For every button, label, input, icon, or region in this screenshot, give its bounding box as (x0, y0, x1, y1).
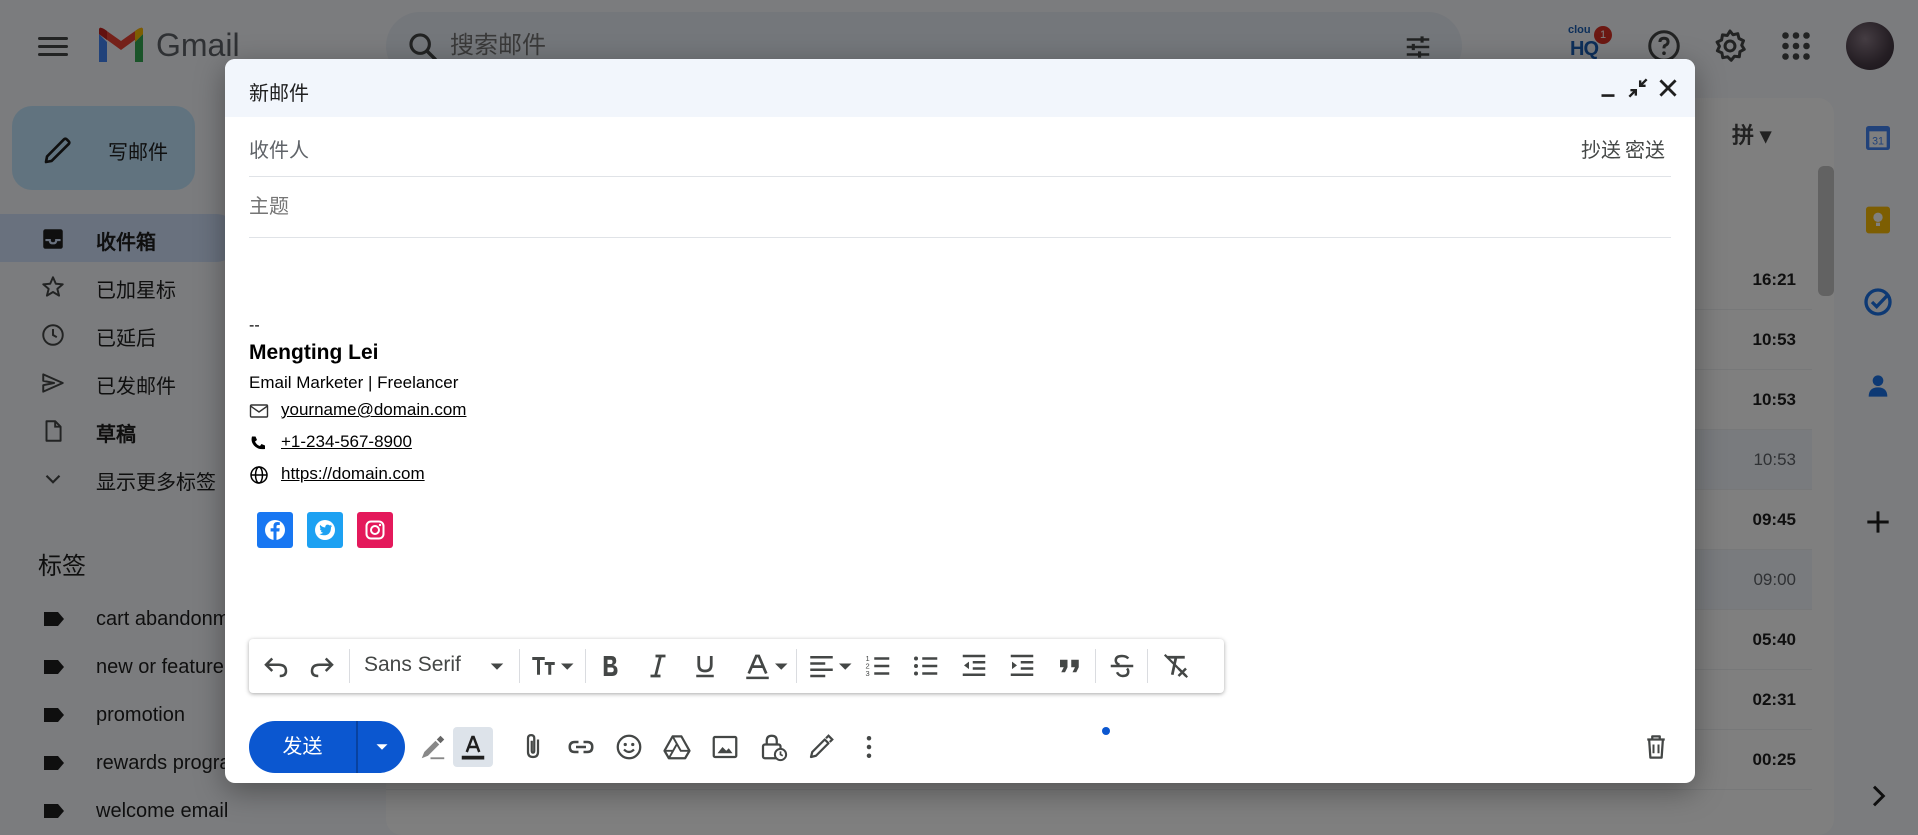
cc-bcc-links: 抄送 密送 (1577, 134, 1665, 163)
subject-field[interactable] (249, 178, 1671, 238)
cc-link[interactable]: 抄送 (1581, 140, 1621, 162)
toolbar-divider (349, 649, 350, 683)
compose-dialog: 新邮件 收件人 抄送密送 -- Mengting Lei Email Marke… (225, 59, 1695, 783)
strikethrough-icon[interactable] (1107, 651, 1137, 681)
compose-title: 新邮件 (249, 83, 309, 105)
signature-website-line: https://domain.com (249, 459, 458, 489)
toolbar-divider (519, 649, 520, 683)
bold-icon[interactable] (595, 651, 625, 681)
signature-phone-line: +1-234-567-8900 (249, 427, 458, 457)
signature-email-line: yourname@domain.com (249, 395, 466, 425)
compose-header: 新邮件 (225, 59, 1695, 117)
signature-role: Email Marketer | Freelancer (249, 373, 459, 392)
font-family-select[interactable]: Sans Serif (364, 653, 461, 677)
minimize-icon[interactable] (1595, 75, 1621, 101)
chevron-down-icon (376, 744, 388, 750)
emoji-icon[interactable] (614, 732, 644, 762)
send-button-group: 发送 (249, 721, 405, 773)
attach-file-icon[interactable] (518, 732, 548, 762)
numbered-list-icon[interactable]: 123 (863, 651, 893, 681)
extension-pen-icon[interactable] (418, 732, 448, 762)
text-color-icon[interactable] (741, 651, 789, 681)
new-feature-indicator (1102, 727, 1110, 735)
facebook-icon[interactable] (257, 512, 293, 548)
recipients-field[interactable]: 收件人 抄送 密送 (249, 117, 1671, 177)
instagram-icon[interactable] (357, 512, 393, 548)
globe-icon (250, 466, 268, 484)
italic-icon[interactable] (643, 651, 673, 681)
insert-link-icon[interactable] (566, 732, 596, 762)
indent-more-icon[interactable] (1007, 651, 1037, 681)
toolbar-divider (796, 649, 797, 683)
bcc-link[interactable]: 密送 (1625, 140, 1665, 162)
quote-icon[interactable] (1055, 651, 1085, 681)
formatting-options-button[interactable] (453, 727, 493, 767)
align-icon[interactable] (805, 651, 853, 681)
send-button[interactable]: 发送 (249, 721, 356, 773)
indent-less-icon[interactable] (959, 651, 989, 681)
signature-separator: -- (249, 317, 260, 334)
toolbar-divider (1095, 649, 1096, 683)
redo-icon[interactable] (307, 651, 337, 681)
close-icon[interactable] (1655, 75, 1681, 101)
text-format-icon (461, 735, 485, 760)
insert-photo-icon[interactable] (710, 732, 740, 762)
schedule-send-button[interactable] (358, 721, 405, 773)
email-signature: -- Mengting Lei Email Marketer | Freelan… (249, 317, 466, 489)
confidential-mode-icon[interactable] (758, 732, 788, 762)
phone-icon (251, 436, 265, 450)
insert-signature-icon[interactable] (806, 732, 836, 762)
toolbar-divider (1147, 649, 1148, 683)
font-size-icon[interactable] (527, 651, 575, 681)
mail-icon (249, 404, 269, 418)
svg-text:3: 3 (866, 669, 870, 678)
twitter-icon[interactable] (307, 512, 343, 548)
formatting-toolbar: Sans Serif 123 (249, 639, 1224, 693)
more-options-icon[interactable] (854, 732, 884, 762)
chevron-down-icon[interactable] (482, 651, 512, 681)
signature-name: Mengting Lei (249, 341, 379, 364)
bulleted-list-icon[interactable] (911, 651, 941, 681)
to-label: 收件人 (249, 140, 309, 162)
subject-input[interactable] (249, 178, 1449, 236)
google-drive-icon[interactable] (662, 732, 692, 762)
discard-draft-trash-icon[interactable] (1641, 732, 1671, 762)
signature-email-link[interactable]: yourname@domain.com (281, 400, 466, 420)
signature-website-link[interactable]: https://domain.com (281, 464, 425, 484)
underline-icon[interactable] (690, 651, 720, 681)
exit-fullscreen-icon[interactable] (1625, 75, 1651, 101)
signature-phone-link[interactable]: +1-234-567-8900 (281, 432, 412, 452)
remove-formatting-icon[interactable] (1161, 651, 1191, 681)
undo-icon[interactable] (261, 651, 291, 681)
toolbar-divider (585, 649, 586, 683)
